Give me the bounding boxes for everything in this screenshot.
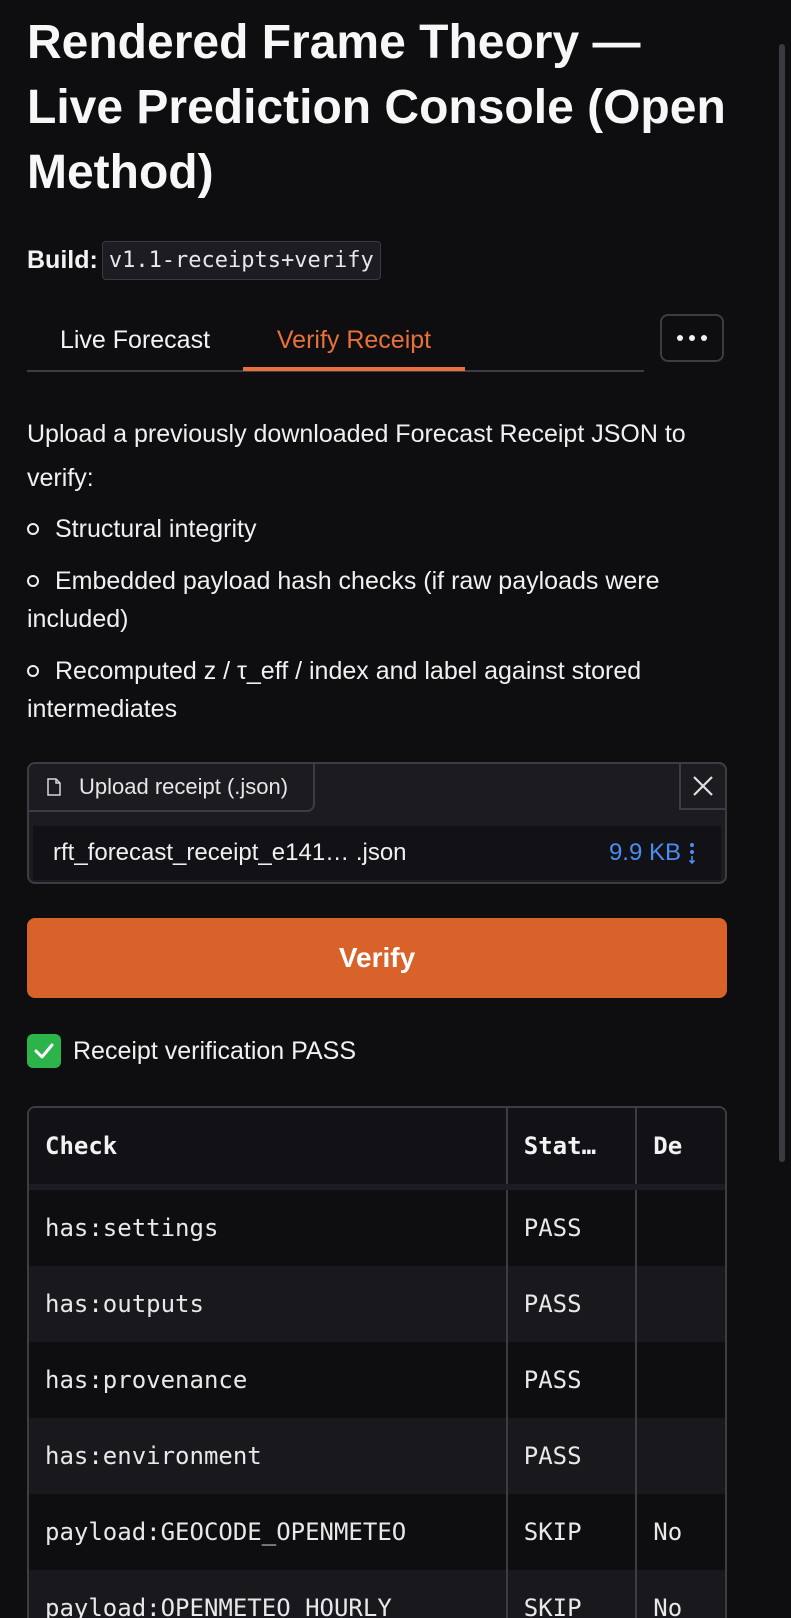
bullet-icon: [27, 665, 39, 677]
file-size: 9.9 KB: [608, 839, 681, 866]
cell-status: SKIP: [506, 1570, 638, 1618]
ellipsis-icon: [689, 335, 695, 341]
cell-details: No: [636, 1494, 725, 1570]
verify-button[interactable]: Verify: [27, 918, 727, 998]
bullet-icon: [27, 523, 39, 535]
cell-status: PASS: [506, 1342, 638, 1418]
cell-status: SKIP: [506, 1494, 638, 1570]
table-row: has:environment PASS: [29, 1418, 725, 1494]
file-icon: [47, 778, 61, 796]
column-header-details[interactable]: De: [636, 1108, 725, 1190]
build-label: Build:: [27, 246, 98, 274]
list-item: Structural integrity: [27, 510, 727, 548]
cell-status: PASS: [506, 1266, 638, 1342]
column-header-check[interactable]: Check: [29, 1108, 508, 1190]
cell-details: [636, 1342, 725, 1418]
page-title: Rendered Frame Theory — Live Prediction …: [27, 16, 726, 199]
tab-live-forecast[interactable]: Live Forecast: [27, 312, 243, 368]
tabs-row: Live Forecast Verify Receipt: [27, 312, 727, 372]
result-text: Receipt verification PASS: [73, 1036, 356, 1065]
tab-list: Live Forecast Verify Receipt: [27, 312, 644, 372]
cell-check: payload:GEOCODE_OPENMETEO: [29, 1494, 508, 1570]
header: Rendered Frame Theory — Live Prediction …: [27, 0, 727, 280]
column-header-status[interactable]: Stat…: [506, 1108, 638, 1190]
list-item-text: Recomputed z / τ_eff / index and label a…: [27, 657, 642, 723]
cell-status: PASS: [506, 1418, 638, 1494]
table-row: payload:GEOCODE_OPENMETEO SKIP No: [29, 1494, 725, 1570]
cell-details: [636, 1266, 725, 1342]
tab-verify-receipt[interactable]: Verify Receipt: [243, 312, 465, 371]
upload-receipt-button[interactable]: Upload receipt (.json): [27, 762, 315, 812]
cell-status: PASS: [506, 1187, 638, 1266]
build-row: Build: v1.1-receipts+verify: [27, 241, 727, 280]
checks-table: Check Stat… De has:settings PASS has:out…: [29, 1108, 725, 1618]
cell-details: No: [636, 1570, 725, 1618]
list-item-text: Structural integrity: [55, 515, 257, 543]
verification-result: Receipt verification PASS: [27, 1034, 356, 1068]
close-icon: [693, 776, 713, 796]
verify-description: Upload a previously downloaded Forecast …: [27, 420, 686, 492]
download-icon[interactable]: [689, 842, 695, 864]
table-row: has:provenance PASS: [29, 1342, 725, 1418]
bullet-icon: [27, 575, 39, 587]
upload-button-label: Upload receipt (.json): [79, 774, 289, 799]
cell-check: payload:OPENMETEO_HOURLY: [29, 1570, 508, 1618]
table-header-row: Check Stat… De: [29, 1108, 725, 1190]
uploaded-file-row: rft_forecast_receipt_e141… .json 9.9 KB: [33, 826, 721, 880]
build-version: v1.1-receipts+verify: [101, 241, 381, 280]
file-uploader: Upload receipt (.json) rft_forecast_rece…: [27, 762, 727, 884]
cell-details: [636, 1418, 725, 1494]
cell-check: has:provenance: [29, 1342, 508, 1418]
table-row: has:settings PASS: [29, 1187, 725, 1266]
check-mark-icon: [27, 1034, 61, 1068]
cell-check: has:settings: [29, 1187, 508, 1266]
page-scrollbar[interactable]: [779, 44, 785, 1162]
ellipsis-icon: [701, 335, 707, 341]
table-row: has:outputs PASS: [29, 1266, 725, 1342]
ellipsis-icon: [677, 335, 683, 341]
clear-file-button[interactable]: [679, 762, 727, 810]
verification-table[interactable]: Check Stat… De has:settings PASS has:out…: [27, 1106, 727, 1618]
cell-check: has:outputs: [29, 1266, 508, 1342]
list-item-text: Embedded payload hash checks (if raw pay…: [27, 567, 660, 633]
file-name: rft_forecast_receipt_e141… .json: [53, 839, 407, 866]
table-row: payload:OPENMETEO_HOURLY SKIP No: [29, 1570, 725, 1618]
verify-checks-list: Structural integrity Embedded payload ha…: [27, 510, 727, 742]
cell-details: [636, 1187, 725, 1266]
more-options-button[interactable]: [660, 314, 724, 362]
cell-check: has:environment: [29, 1418, 508, 1494]
page: Rendered Frame Theory — Live Prediction …: [0, 0, 791, 1618]
list-item: Embedded payload hash checks (if raw pay…: [27, 562, 727, 638]
list-item: Recomputed z / τ_eff / index and label a…: [27, 652, 727, 728]
